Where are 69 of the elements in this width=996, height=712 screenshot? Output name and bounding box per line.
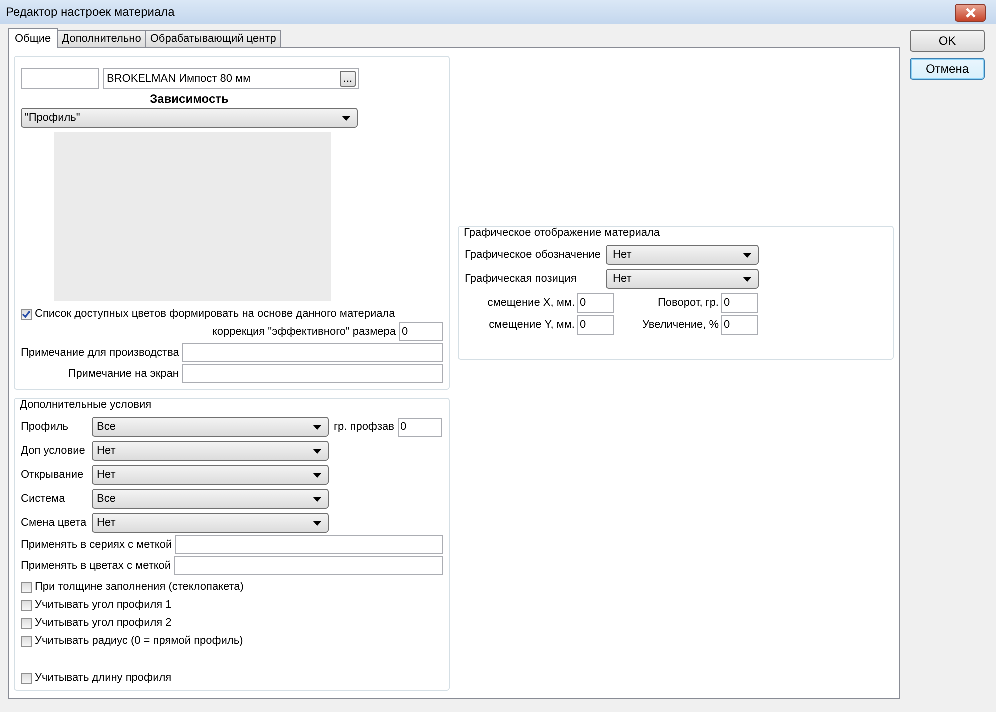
field-label: Профиль [21,421,70,433]
caret-icon [313,424,322,430]
input-field[interactable]: 0 [398,418,442,436]
dropdown[interactable]: Нет [92,513,329,533]
field-label: смещение Y, мм. [489,319,575,331]
checkbox-label: Учитывать радиус (0 = прямой профиль) [35,635,244,647]
field-label: Применять в сериях с меткой [21,538,172,550]
checkbox[interactable] [21,600,32,610]
input-field[interactable] [182,364,443,383]
checkbox-label: При толщине заполнения (стеклопакета) [35,581,244,593]
field-label: Открывание [21,469,85,481]
field-label: Примечание на экран [68,368,179,380]
field-label: Применять в цветах с меткой [21,560,172,572]
input-field[interactable] [174,556,443,575]
field-label: Смена цвета [21,517,88,529]
dependency-dropdown[interactable]: "Профиль" [21,108,358,128]
checkbox[interactable] [21,636,32,646]
group-legend: Графическое отображение материала [463,227,662,239]
group-legend: Дополнительные условия [19,399,153,411]
input-field[interactable] [175,535,443,554]
checkbox-label: Список доступных цветов формировать на основе данного материала [35,308,396,320]
dropdown[interactable]: Нет [606,245,759,265]
tab[interactable]: Общие [8,28,58,48]
caret-icon [342,116,351,120]
input-field[interactable]: 0 [721,293,758,313]
field-label: Графическая позиция [465,273,578,285]
close-button[interactable] [955,4,986,22]
input-field[interactable]: 0 [399,322,443,341]
checkbox[interactable] [21,672,32,684]
dependency-label: Зависимость [149,92,230,106]
dropdown[interactable]: Нет [92,441,329,461]
field-label: Увеличение, % [642,319,719,331]
dialog-button[interactable]: OK [910,30,985,52]
caret-icon [313,496,322,502]
input-field[interactable]: 0 [577,293,614,313]
browse-button[interactable]: ... [340,70,356,86]
dropdown[interactable]: Нет [92,465,329,485]
input-field[interactable] [182,343,443,362]
field-label: Примечание для производства [21,346,180,358]
tab[interactable]: Обрабатывающий центр [145,30,282,47]
field-label: Доп условие [21,445,86,457]
field-label: гр. профзав [334,421,394,433]
code-field[interactable] [21,68,99,89]
checkbox[interactable] [21,618,32,628]
checkbox[interactable] [21,582,32,592]
caret-icon [743,252,752,258]
field-label: Система [21,493,66,505]
checkbox-label: Учитывать длину профиля [35,672,172,684]
dropdown[interactable]: Нет [606,269,759,289]
caret-icon [313,472,322,478]
dropdown[interactable]: Все [92,417,329,437]
field-label: коррекция "эффективного" размера [212,326,396,338]
checkbox-label: Учитывать угол профиля 2 [35,617,172,629]
window-title: Редактор настроек материала [6,5,175,19]
close-icon [964,8,976,18]
caret-icon [313,448,322,454]
caret-icon [743,276,752,282]
dialog-button[interactable]: Отмена [910,58,985,80]
checkbox-label: Учитывать угол профиля 1 [35,599,172,611]
tab[interactable]: Дополнительно [57,30,146,47]
field-label: смещение X, мм. [488,297,575,309]
field-label: Поворот, гр. [658,297,719,309]
input-field[interactable]: 0 [721,315,758,335]
checkbox[interactable] [21,308,32,320]
field-label: Графическое обозначение [465,249,602,261]
material-name-field[interactable]: BROKELMAN Импост 80 мм ... [103,68,359,89]
input-field[interactable]: 0 [577,315,614,335]
dropdown[interactable]: Все [92,489,329,509]
caret-icon [313,520,322,526]
